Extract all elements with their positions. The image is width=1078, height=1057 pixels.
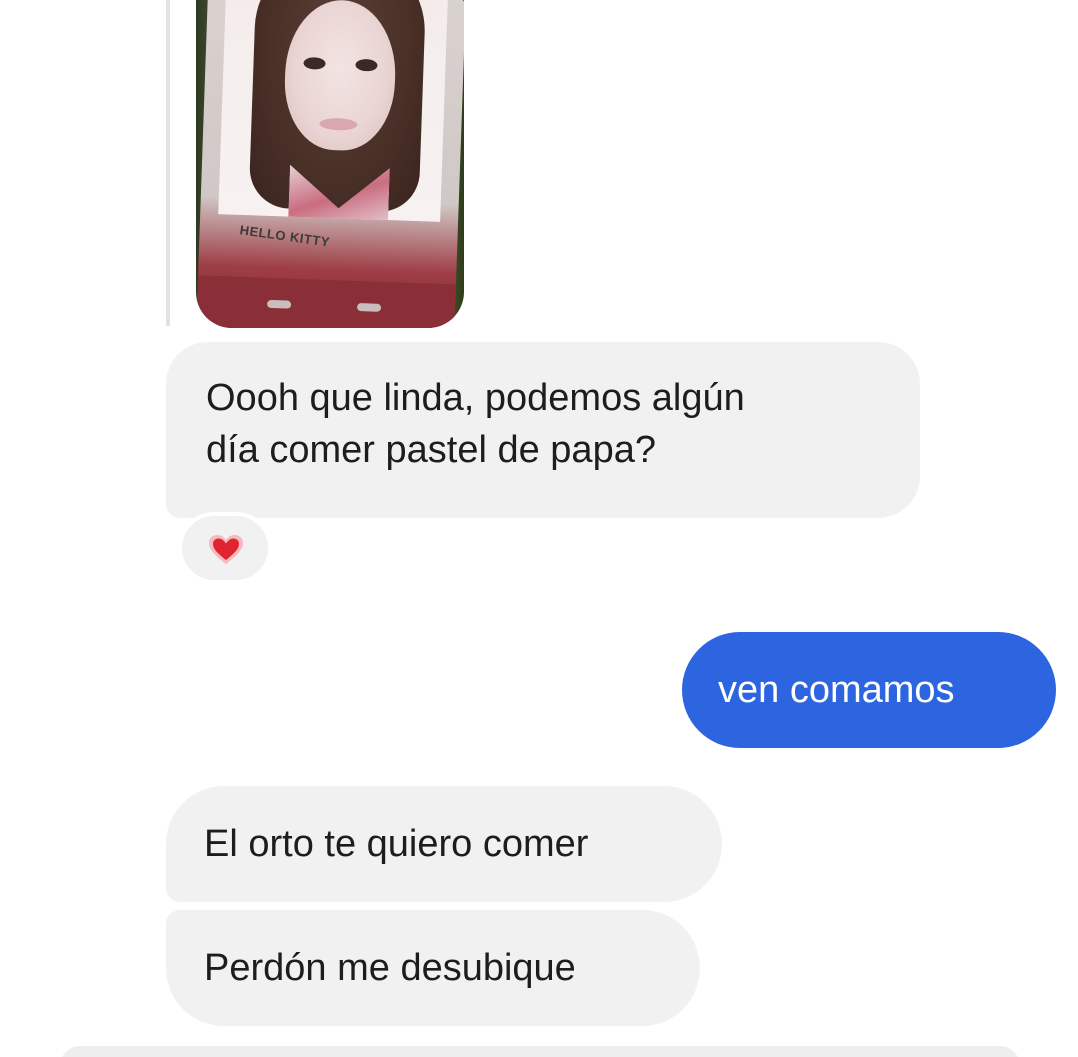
chat-thread: HELLO KITTY Oooh que linda, podemos algú… xyxy=(0,0,1078,1057)
phone-screen xyxy=(218,0,449,222)
phone-brand-label: HELLO KITTY xyxy=(238,222,331,250)
composer-edge xyxy=(60,1046,1020,1057)
photo-message[interactable]: HELLO KITTY xyxy=(166,0,466,328)
message-bubble-incoming[interactable]: El orto te quiero comer xyxy=(166,786,722,902)
right-eye xyxy=(355,58,378,72)
message-bubble-incoming[interactable]: Oooh que linda, podemos algún día comer … xyxy=(166,342,920,518)
message-reaction[interactable] xyxy=(178,512,272,584)
message-text: Perdón me desubique xyxy=(204,947,576,989)
photo-image[interactable]: HELLO KITTY xyxy=(196,0,464,328)
reply-quote-line xyxy=(166,0,170,326)
message-bubble-incoming[interactable]: Perdón me desubique xyxy=(166,910,700,1026)
message-bubble-outgoing[interactable]: ven comamos xyxy=(682,632,1056,748)
message-text: Oooh que linda, podemos algún día comer … xyxy=(206,377,745,471)
heart-icon xyxy=(209,535,243,564)
phone-key xyxy=(356,302,382,312)
message-text: El orto te quiero comer xyxy=(204,823,589,865)
phone-key xyxy=(266,299,292,309)
lips xyxy=(319,117,358,131)
message-text: ven comamos xyxy=(718,669,955,711)
phone-keypad xyxy=(196,275,456,328)
left-eye xyxy=(303,56,326,70)
phone-in-photo: HELLO KITTY xyxy=(196,0,464,328)
